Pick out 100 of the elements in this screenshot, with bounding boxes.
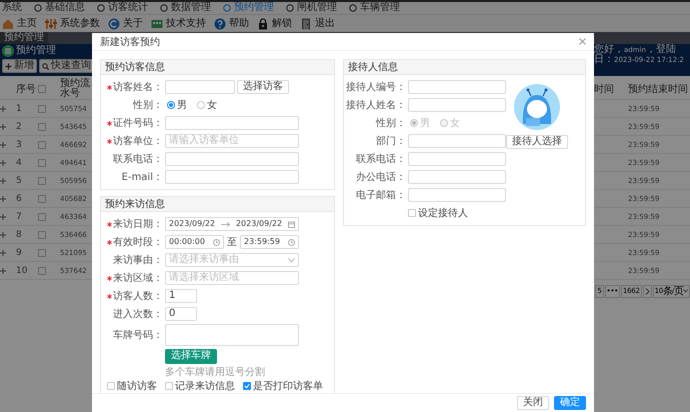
toolbar-button[interactable]: 退出	[300, 18, 335, 30]
date-range-field[interactable]: 2023/09/22 2023/09/22	[165, 217, 299, 231]
row-checkbox[interactable]	[38, 194, 46, 202]
plus-icon[interactable]	[0, 232, 6, 238]
row-checkbox[interactable]	[38, 140, 46, 148]
text-field[interactable]	[165, 170, 299, 184]
grid-icon	[151, 18, 163, 30]
field-label: 办公电话：	[356, 170, 406, 184]
plus-icon[interactable]	[0, 142, 6, 148]
date-text: 2023/09/22	[169, 218, 216, 230]
field-label: 电子邮箱：	[356, 188, 406, 202]
text-field[interactable]	[165, 116, 299, 130]
add-button[interactable]: 新增	[2, 59, 37, 73]
field-label: 车牌号码：	[113, 328, 163, 342]
toolbar-button[interactable]: 解锁	[257, 18, 292, 30]
menu-item[interactable]: 基础信息	[34, 2, 85, 14]
row-checkbox[interactable]	[38, 158, 46, 166]
choose-plate-button[interactable]: 选择车牌	[165, 348, 217, 364]
confirm-button[interactable]: 确定	[554, 396, 586, 410]
select-all-checkbox[interactable]	[38, 84, 46, 92]
number-field[interactable]: 0	[165, 307, 197, 321]
plus-icon[interactable]	[0, 124, 6, 130]
text-field[interactable]	[408, 152, 506, 166]
plus-icon[interactable]	[0, 268, 6, 274]
time-field[interactable]: 23:59:59	[240, 235, 299, 249]
row-checkbox[interactable]	[38, 122, 46, 130]
radio-button[interactable]	[197, 101, 205, 109]
row-checkbox[interactable]	[38, 230, 46, 238]
text-field[interactable]	[408, 80, 506, 94]
plus-icon[interactable]	[0, 106, 6, 112]
table-cell-text: 5	[16, 176, 23, 186]
page-tab[interactable]: 预约管理	[0, 32, 48, 44]
toolbar-button[interactable]: 系统参数	[45, 18, 100, 30]
text-field[interactable]	[408, 188, 506, 202]
time-field[interactable]: 00:00:00	[165, 235, 224, 249]
toolbar-button[interactable]: 主页	[2, 18, 37, 30]
row-checkbox[interactable]	[38, 104, 46, 112]
select-button[interactable]: 选择访客	[237, 80, 289, 94]
toolbar-button[interactable]: 帮助	[214, 18, 249, 30]
plus-icon[interactable]	[0, 178, 6, 184]
plus-icon[interactable]	[0, 160, 6, 166]
menu-item[interactable]: 系统	[2, 2, 22, 14]
text-field[interactable]	[165, 152, 299, 166]
door-icon	[300, 18, 312, 30]
field-label: 访客单位：	[113, 134, 163, 148]
column-header: 时间	[594, 82, 615, 96]
field-label: 进入次数：	[113, 308, 163, 321]
number-field[interactable]: 1	[165, 289, 197, 303]
plus-icon[interactable]	[0, 214, 6, 220]
checkbox[interactable]	[107, 382, 115, 390]
clock-icon	[213, 238, 220, 246]
text-field[interactable]	[408, 98, 506, 112]
table-cell-text: 3	[16, 140, 23, 150]
search-button[interactable]: 快速查询	[39, 59, 94, 73]
next-page-button[interactable]	[642, 284, 652, 298]
radio-label: 男	[420, 117, 430, 130]
menu-item[interactable]: 数据管理	[160, 2, 211, 14]
plus-icon[interactable]	[0, 196, 6, 202]
checkbox-label: 记录来访信息	[175, 380, 235, 393]
table-cell-text: 1	[16, 104, 23, 114]
field-label: 接待人姓名：	[346, 98, 406, 112]
toolbar-button[interactable]: 关于	[108, 18, 143, 30]
range-separator: 至	[226, 236, 238, 249]
table-cell-text: 10	[16, 266, 28, 276]
checkbox-label: 是否打印访客单	[253, 380, 323, 393]
date-text: 2023/09/22	[236, 218, 282, 230]
text-field[interactable]	[408, 134, 506, 148]
close-icon[interactable]	[579, 38, 586, 45]
row-checkbox[interactable]	[38, 212, 46, 220]
row-checkbox[interactable]	[38, 176, 46, 184]
checkbox[interactable]	[408, 209, 416, 217]
checkbox[interactable]	[243, 382, 251, 390]
close-button[interactable]: 关闭	[517, 396, 549, 410]
text-field[interactable]	[165, 80, 235, 94]
chevron-icon	[644, 288, 650, 294]
radio-button[interactable]	[167, 101, 175, 109]
table-cell-text: 8	[16, 230, 23, 240]
menu-item[interactable]: 访客统计	[97, 2, 148, 14]
lock-icon	[257, 18, 269, 30]
text-field[interactable]	[408, 170, 506, 184]
menu-item[interactable]: 闸机管理	[286, 2, 337, 14]
row-checkbox[interactable]	[38, 248, 46, 256]
field-label: 部门：	[376, 134, 406, 148]
textarea-field[interactable]	[165, 324, 299, 346]
menu-item[interactable]: 车辆管理	[349, 2, 400, 14]
table-cell-text: 6	[16, 194, 23, 204]
table-cell-text: 9	[16, 248, 23, 258]
toolbar-button[interactable]: 技术支持	[151, 18, 206, 30]
row-checkbox[interactable]	[38, 266, 46, 274]
field-label: 来访事由：	[113, 254, 163, 267]
select-host-button[interactable]: 接待人选择	[506, 135, 568, 149]
plus-icon[interactable]	[0, 250, 6, 256]
table-cell-text: 7	[16, 212, 23, 222]
calendar-icon	[288, 220, 295, 228]
checkbox[interactable]	[165, 382, 173, 390]
time-text: 00:00:00	[169, 236, 205, 248]
circle-icon	[223, 4, 231, 12]
page-title: 预约管理	[16, 45, 56, 57]
logo-icon	[2, 45, 14, 57]
field-label: 来访日期：	[113, 218, 163, 231]
